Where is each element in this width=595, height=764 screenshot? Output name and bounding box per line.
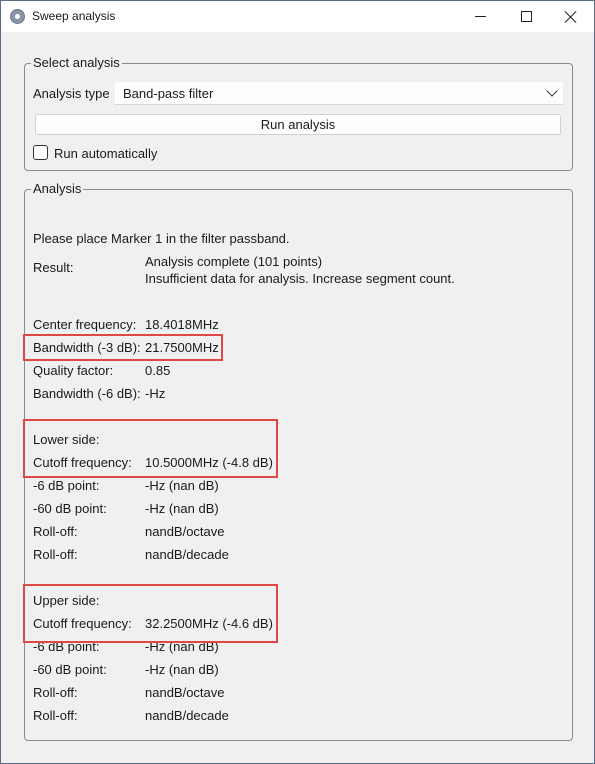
bandwidth-highlight-box: [23, 334, 223, 361]
window-title: Sweep analysis: [32, 9, 116, 23]
lower-rolloff-octave-value: nandB/octave: [145, 524, 225, 539]
upper-side-highlight-box: [23, 584, 278, 643]
minimize-icon: [474, 16, 486, 17]
instruction-text: Please place Marker 1 in the filter pass…: [33, 231, 290, 246]
minimize-button[interactable]: [457, 1, 503, 32]
quality-factor-label: Quality factor:: [33, 363, 114, 378]
analysis-type-dropdown[interactable]: Band-pass filter: [114, 81, 564, 105]
result-line-1: Analysis complete (101 points): [145, 254, 323, 269]
center-frequency-value: 18.4018MHz: [145, 317, 219, 332]
run-automatically-label[interactable]: Run automatically: [54, 146, 157, 161]
quality-factor-value: 0.85: [145, 363, 171, 378]
lower-60db-label: -60 dB point:: [33, 501, 107, 516]
maximize-button[interactable]: [503, 1, 549, 32]
upper-rolloff-octave-label: Roll-off:: [33, 685, 78, 700]
upper-rolloff-octave-value: nandB/octave: [145, 685, 225, 700]
analysis-legend: Analysis: [31, 181, 84, 196]
lower-side-highlight-box: [23, 419, 278, 478]
upper-60db-value: -Hz (nan dB): [145, 662, 219, 677]
lower-60db-value: -Hz (nan dB): [145, 501, 219, 516]
result-line-2: Insufficient data for analysis. Increase…: [145, 271, 455, 286]
lower-6db-value: -Hz (nan dB): [145, 478, 219, 493]
upper-rolloff-decade-value: nandB/decade: [145, 708, 229, 723]
bandwidth-6db-value: -Hz: [145, 386, 166, 401]
maximize-icon: [520, 11, 532, 22]
upper-rolloff-decade-label: Roll-off:: [33, 708, 78, 723]
lower-rolloff-octave-label: Roll-off:: [33, 524, 78, 539]
run-analysis-button[interactable]: Run analysis: [35, 114, 561, 135]
select-analysis-legend: Select analysis: [31, 55, 122, 70]
upper-60db-label: -60 dB point:: [33, 662, 107, 677]
lower-rolloff-decade-label: Roll-off:: [33, 547, 78, 562]
close-icon: [565, 11, 577, 23]
close-button[interactable]: [548, 1, 594, 32]
analysis-type-value: Band-pass filter: [123, 86, 214, 101]
sweep-analysis-window: Sweep analysis Select analysis Analysis …: [0, 0, 595, 764]
lower-6db-label: -6 dB point:: [33, 478, 100, 493]
analysis-type-label: Analysis type: [33, 86, 110, 101]
app-icon: [10, 9, 25, 24]
title-bar[interactable]: Sweep analysis: [1, 1, 594, 32]
run-automatically-checkbox[interactable]: [33, 145, 48, 160]
chevron-down-icon: [546, 85, 558, 97]
result-label: Result:: [33, 260, 74, 275]
lower-rolloff-decade-value: nandB/decade: [145, 547, 229, 562]
center-frequency-label: Center frequency:: [33, 317, 137, 332]
bandwidth-6db-label: Bandwidth (-6 dB):: [33, 386, 141, 401]
